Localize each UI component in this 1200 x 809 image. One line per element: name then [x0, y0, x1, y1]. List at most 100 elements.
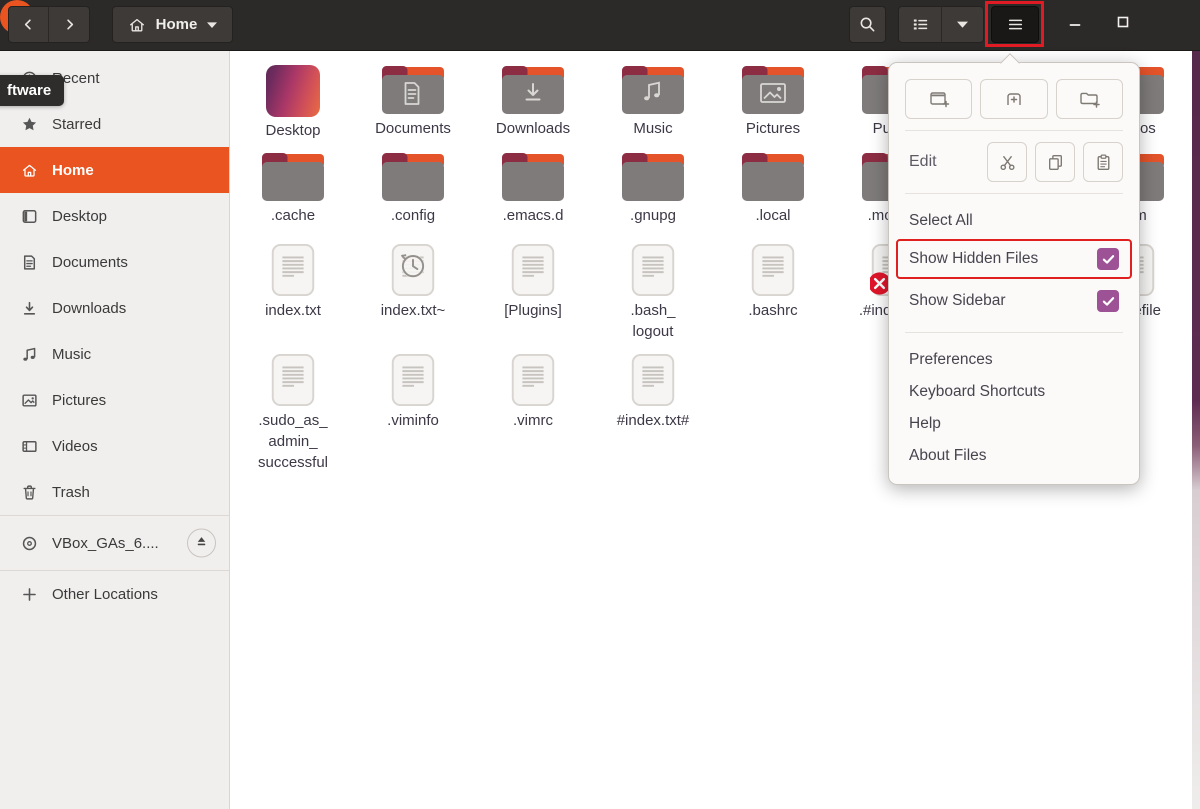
sidebar-item-other-locations[interactable]: Other Locations — [0, 571, 229, 617]
minimize-button[interactable] — [1056, 6, 1094, 43]
sidebar-item-music[interactable]: Music — [0, 331, 229, 377]
file-item-pictures[interactable]: Pictures — [713, 65, 833, 139]
file-label: .vimrc — [513, 410, 553, 431]
caret-down-icon — [957, 21, 968, 28]
file-icon — [630, 243, 676, 297]
menu-toggle-show-sidebar[interactable]: Show Sidebar — [889, 281, 1139, 321]
menu-toggle-show-hidden-files[interactable]: Show Hidden Files — [898, 241, 1130, 277]
file-item-emacs-d[interactable]: .emacs.d — [473, 152, 593, 226]
sidebar-item-pictures[interactable]: Pictures — [0, 377, 229, 423]
sidebar-item-desktop[interactable]: Desktop — [0, 193, 229, 239]
menu-edit-row: Edit — [889, 142, 1139, 182]
folder-icon — [381, 152, 445, 202]
music-icon — [21, 346, 38, 363]
sidebar-item-label: Home — [52, 162, 94, 179]
checkbox-checked[interactable] — [1097, 248, 1119, 270]
checkbox-checked[interactable] — [1097, 290, 1119, 312]
file-item-downloads[interactable]: Downloads — [473, 65, 593, 139]
sidebar-item-label: Trash — [52, 484, 90, 501]
sidebar-item-documents[interactable]: Documents — [0, 239, 229, 285]
desktop-folder-icon — [266, 65, 320, 117]
forward-button[interactable] — [48, 6, 90, 43]
maximize-button[interactable] — [1104, 6, 1142, 43]
location-button[interactable]: Home — [112, 6, 233, 43]
file-item-desktop[interactable]: Desktop — [233, 65, 353, 141]
file-item-documents[interactable]: Documents — [353, 65, 473, 139]
menu-item-select-all[interactable]: Select All — [889, 205, 1139, 237]
sidebar-item-home[interactable]: Home — [0, 147, 229, 193]
sidebar-item-device[interactable]: VBox_GAs_6.... — [0, 516, 229, 570]
picture-icon — [21, 392, 38, 409]
file-label: .viminfo — [387, 410, 439, 431]
file-label: Pictures — [746, 118, 800, 139]
eject-icon — [195, 535, 208, 552]
chevron-left-icon — [21, 17, 36, 32]
plus-icon — [21, 586, 38, 603]
file-item-viminfo[interactable]: .viminfo — [353, 353, 473, 431]
file-item-plugins[interactable]: [Plugins] — [473, 243, 593, 321]
view-options-button[interactable] — [941, 6, 984, 43]
file-icon — [270, 353, 316, 407]
sidebar-item-label: Starred — [52, 116, 101, 133]
other-locations-label: Other Locations — [52, 586, 158, 603]
sidebar-item-starred[interactable]: Starred — [0, 101, 229, 147]
eject-button[interactable] — [187, 529, 216, 558]
device-label: VBox_GAs_6.... — [52, 535, 159, 552]
sidebar-item-label: Music — [52, 346, 91, 363]
folder-icon — [741, 65, 805, 115]
file-icon — [390, 353, 436, 407]
menu-toggle-label: Show Hidden Files — [909, 250, 1097, 268]
file-item-bash-logout[interactable]: .bash_ logout — [593, 243, 713, 342]
menu-separator — [905, 130, 1123, 131]
new-window-button[interactable] — [905, 79, 972, 119]
file-item-bashrc[interactable]: .bashrc — [713, 243, 833, 321]
folder-icon — [621, 65, 685, 115]
menu-items: PreferencesKeyboard ShortcutsHelpAbout F… — [889, 344, 1139, 472]
file-label: Downloads — [496, 118, 570, 139]
paste-button[interactable] — [1083, 142, 1123, 182]
new-folder-button[interactable] — [1056, 79, 1123, 119]
home-icon — [128, 17, 146, 33]
file-item-local[interactable]: .local — [713, 152, 833, 226]
file-item-sudo-as-admin-successful[interactable]: .sudo_as_ admin_ successful — [233, 353, 353, 473]
file-item-vimrc[interactable]: .vimrc — [473, 353, 593, 431]
edit-buttons — [987, 142, 1123, 182]
file-item-index-txt[interactable]: index.txt — [233, 243, 353, 321]
video-icon — [21, 438, 38, 455]
sidebar-item-downloads[interactable]: Downloads — [0, 285, 229, 331]
file-item-index-txt[interactable]: index.txt~ — [353, 243, 473, 321]
back-button[interactable] — [8, 6, 49, 43]
view-list-button[interactable] — [898, 6, 942, 43]
menu-button[interactable] — [991, 6, 1039, 43]
sidebar-item-label: Downloads — [52, 300, 126, 317]
search-button[interactable] — [849, 6, 886, 43]
headerbar: Home — [0, 0, 1200, 51]
copy-button[interactable] — [1035, 142, 1075, 182]
menu-item-keyboard-shortcuts[interactable]: Keyboard Shortcuts — [889, 376, 1139, 408]
menu-item-help[interactable]: Help — [889, 408, 1139, 440]
menu-separator — [905, 193, 1123, 194]
file-item-config[interactable]: .config — [353, 152, 473, 226]
desktop-icon — [21, 208, 38, 225]
file-label: .emacs.d — [503, 205, 564, 226]
file-item-index-txt[interactable]: #index.txt# — [593, 353, 713, 431]
sidebar-item-label: Desktop — [52, 208, 107, 225]
cut-button[interactable] — [987, 142, 1027, 182]
folder-icon — [621, 152, 685, 202]
folder-icon — [501, 65, 565, 115]
file-item-music[interactable]: Music — [593, 65, 713, 139]
menu-item-preferences[interactable]: Preferences — [889, 344, 1139, 376]
file-item-cache[interactable]: .cache — [233, 152, 353, 226]
search-icon — [859, 16, 876, 33]
folder-icon — [741, 152, 805, 202]
file-label: [Plugins] — [504, 300, 562, 321]
sidebar-item-trash[interactable]: Trash — [0, 469, 229, 515]
menu-item-about-files[interactable]: About Files — [889, 440, 1139, 472]
file-label: index.txt — [265, 300, 321, 321]
new-tab-button[interactable] — [980, 79, 1047, 119]
sidebar-item-videos[interactable]: Videos — [0, 423, 229, 469]
file-icon — [510, 353, 556, 407]
folder-icon — [501, 152, 565, 202]
hamburger-icon — [1008, 17, 1023, 32]
file-item-gnupg[interactable]: .gnupg — [593, 152, 713, 226]
